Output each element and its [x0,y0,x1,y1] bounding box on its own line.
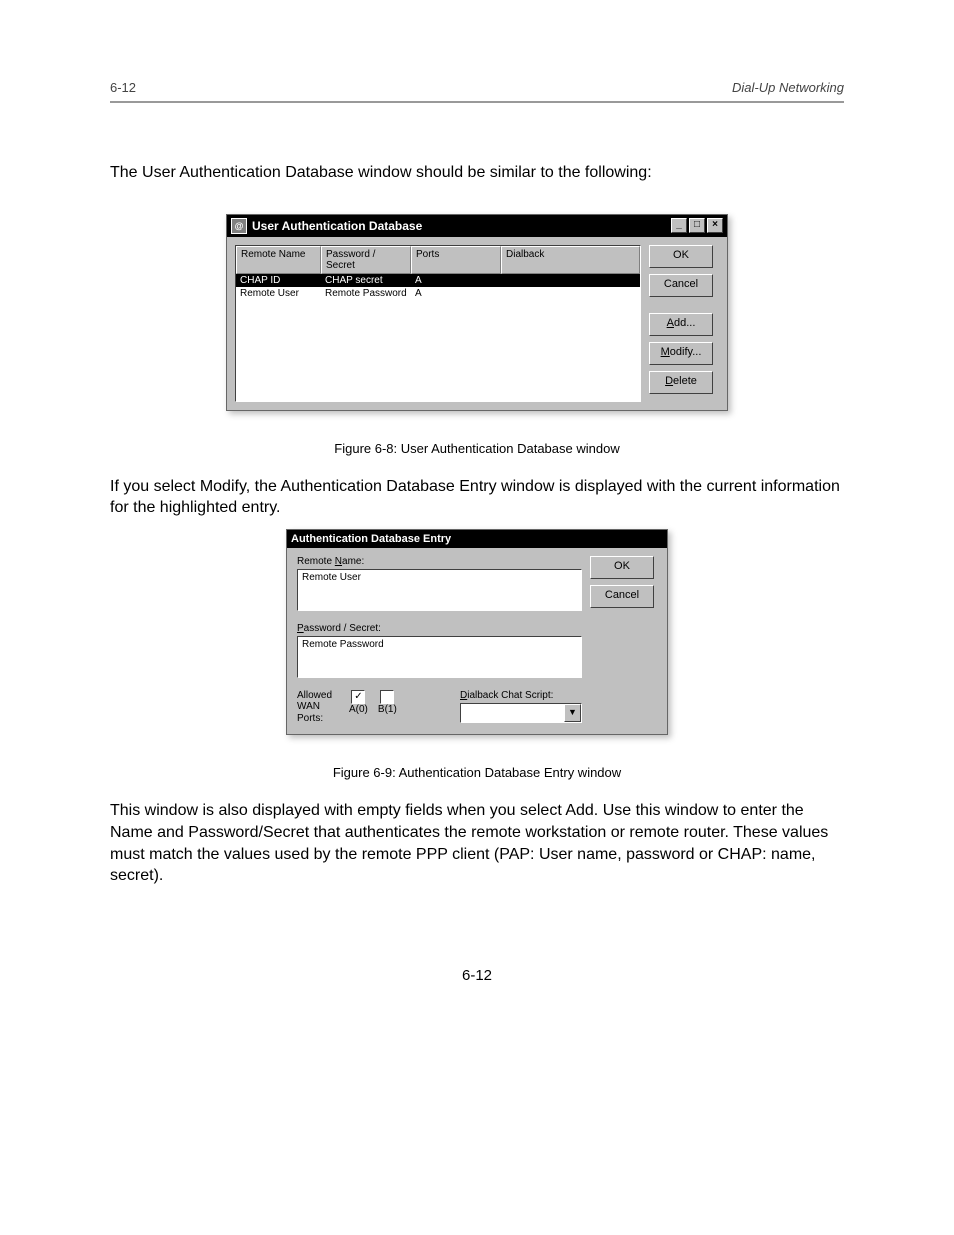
auth-db-entry-window: Authentication Database Entry Remote Nam… [286,529,668,736]
table-row[interactable]: Remote User Remote Password A [236,287,640,300]
modify-button[interactable]: Modify... [649,342,713,365]
col-remote-name[interactable]: Remote Name [236,246,321,274]
dialback-script-label: Dialback Chat Script: [460,690,582,701]
titlebar: @ User Authentication Database _ □ × [227,215,727,237]
col-dialback[interactable]: Dialback [501,246,640,274]
page-number: 6-12 [110,967,844,984]
maximize-icon[interactable]: □ [689,218,705,233]
cancel-button[interactable]: Cancel [590,585,654,608]
intro-paragraph: The User Authentication Database window … [110,163,844,184]
add-button[interactable]: Add... [649,313,713,336]
figure-caption-1: Figure 6-8: User Authentication Database… [110,441,844,456]
password-input[interactable]: Remote Password [297,636,582,678]
port-b-label: B(1) [378,704,397,715]
remote-name-input[interactable]: Remote User [297,569,582,611]
mid-paragraph: If you select Modify, the Authentication… [110,476,844,519]
minimize-icon[interactable]: _ [671,218,687,233]
ok-button[interactable]: OK [590,556,654,579]
window-title: User Authentication Database [252,219,422,233]
ok-button[interactable]: OK [649,245,713,268]
user-auth-db-window: @ User Authentication Database _ □ × Rem… [226,214,728,411]
port-b-checkbox[interactable] [380,690,394,704]
table-row[interactable]: CHAP ID CHAP secret A [236,274,640,287]
col-password[interactable]: Password / Secret [321,246,411,274]
allowed-ports-label: Allowed WAN Ports: [297,690,349,725]
titlebar: Authentication Database Entry [287,530,667,548]
app-icon: @ [231,218,247,234]
section-rule [110,101,844,103]
close-icon[interactable]: × [707,218,723,233]
chapter-page-left: 6-12 [110,80,136,95]
remote-name-label: Remote Name: [297,556,582,567]
end-paragraph: This window is also displayed with empty… [110,800,844,886]
figure-caption-2: Figure 6-9: Authentication Database Entr… [110,765,844,780]
chevron-down-icon[interactable]: ▼ [564,704,581,722]
cancel-button[interactable]: Cancel [649,274,713,297]
password-label: Password / Secret: [297,623,582,634]
auth-list[interactable]: Remote Name Password / Secret Ports Dial… [235,245,641,402]
port-a-label: A(0) [349,704,368,715]
port-a-checkbox[interactable]: ✓ [351,690,365,704]
dialback-script-select[interactable]: ▼ [460,703,582,723]
col-ports[interactable]: Ports [411,246,501,274]
chapter-title-right: Dial-Up Networking [732,80,844,95]
delete-button[interactable]: Delete [649,371,713,394]
window-title: Authentication Database Entry [291,533,451,545]
